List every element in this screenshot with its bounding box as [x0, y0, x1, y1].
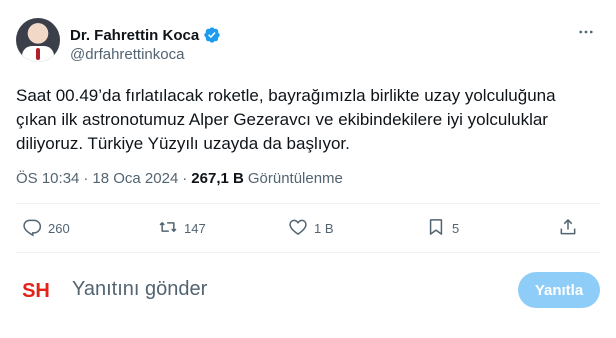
- bookmark-button[interactable]: 5: [426, 217, 459, 240]
- tweet-meta: ÖS 10:34 · 18 Oca 2024 · 267,1 B Görüntü…: [16, 170, 343, 187]
- bookmark-count: 5: [452, 221, 460, 236]
- more-options-icon[interactable]: [574, 20, 598, 44]
- divider: [16, 252, 600, 253]
- views-count: 267,1 B: [191, 170, 244, 187]
- retweet-count: 147: [184, 221, 206, 236]
- like-button[interactable]: 1 B: [288, 217, 334, 240]
- reply-composer: SH Yanıtla: [16, 264, 600, 316]
- divider: [16, 203, 600, 204]
- reply-avatar-logo[interactable]: SH: [16, 270, 56, 310]
- tweet-text: Saat 00.49’da fırlatılacak roketle, bayr…: [16, 86, 556, 153]
- author-name-line: Dr. Fahrettin Koca: [70, 26, 221, 44]
- tweet-date[interactable]: 18 Oca 2024: [92, 170, 178, 187]
- reply-submit-button[interactable]: Yanıtla: [518, 272, 600, 308]
- heart-icon: [288, 217, 308, 240]
- retweet-button[interactable]: 147: [158, 217, 206, 240]
- reply-input[interactable]: [72, 278, 452, 301]
- share-icon: [558, 217, 578, 240]
- views-label: Görüntülenme: [247, 170, 343, 187]
- author-name[interactable]: Dr. Fahrettin Koca: [70, 27, 199, 44]
- tweet-actions: 260 147 1 B 5: [16, 213, 600, 245]
- tweet-header: Dr. Fahrettin Koca @drfahrettinkoca: [16, 18, 600, 70]
- author-avatar[interactable]: [16, 18, 60, 62]
- bookmark-icon: [426, 217, 446, 240]
- reply-count: 260: [48, 221, 70, 236]
- author-handle[interactable]: @drfahrettinkoca: [70, 46, 184, 63]
- verified-badge-icon: [203, 26, 221, 44]
- retweet-icon: [158, 217, 178, 240]
- like-count: 1 B: [314, 221, 334, 236]
- meta-separator: ·: [182, 170, 188, 187]
- tweet-time[interactable]: ÖS 10:34: [16, 170, 79, 187]
- reply-avatar-text: SH: [22, 280, 50, 302]
- avatar-tie: [36, 48, 40, 60]
- reply-icon: [22, 217, 42, 240]
- share-button[interactable]: [558, 217, 578, 240]
- reply-button[interactable]: 260: [22, 217, 70, 240]
- meta-separator: ·: [83, 170, 89, 187]
